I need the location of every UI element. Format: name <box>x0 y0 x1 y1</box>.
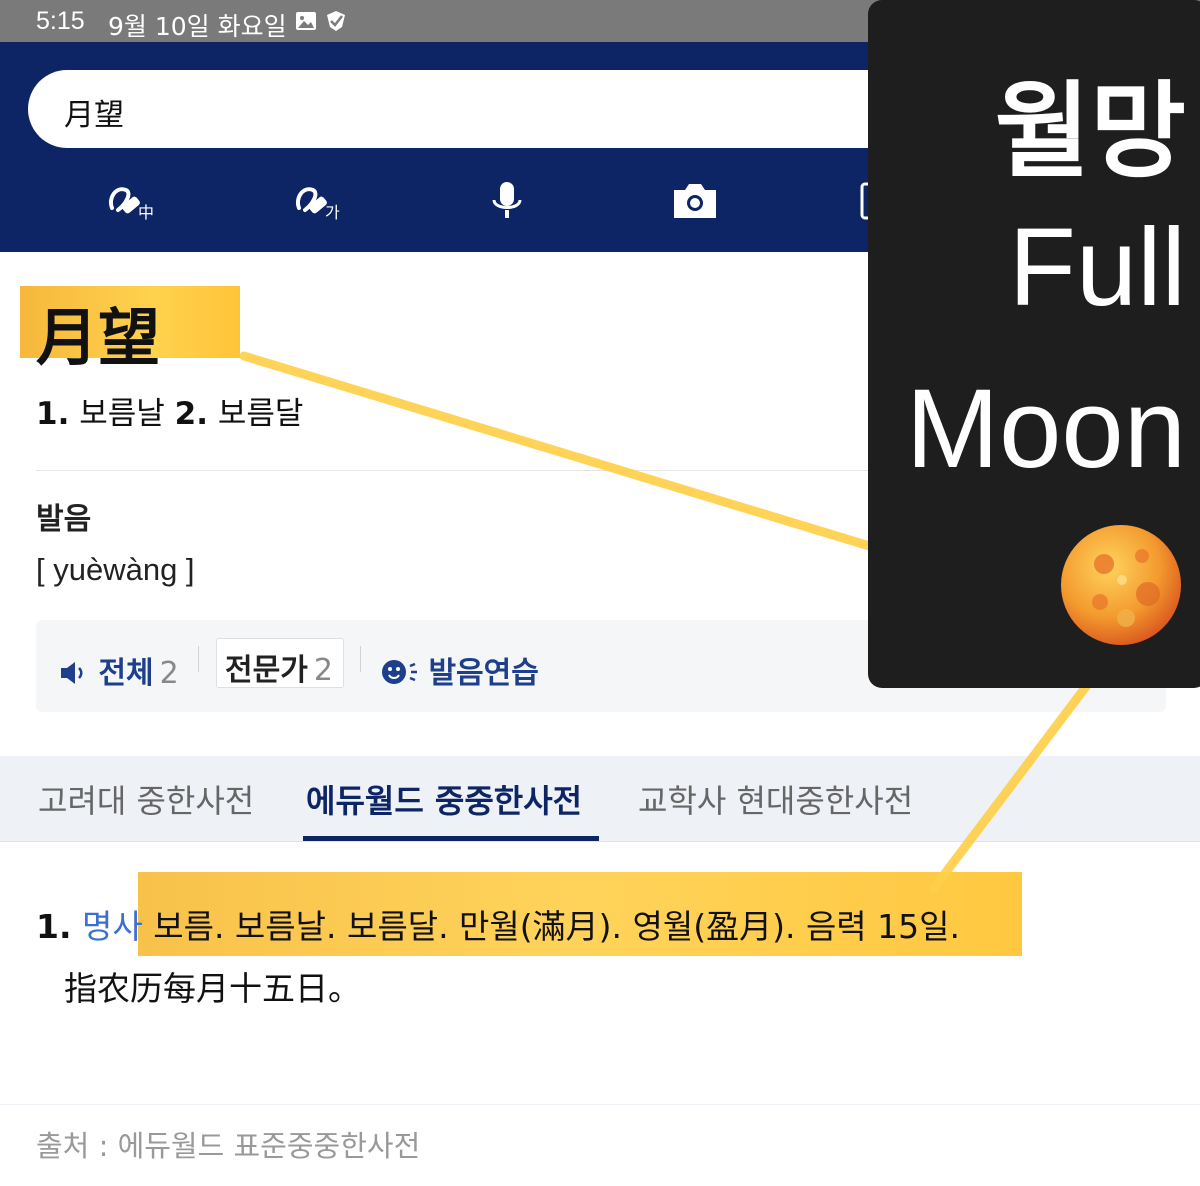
tab-eduworld[interactable]: 에듀월드 중중한사전 <box>306 776 582 822</box>
status-date: 9월 10일 화요일 <box>108 12 287 41</box>
speaker-icon <box>61 662 83 684</box>
sense-text: 보름날 <box>79 396 165 432</box>
pron-all-count: 2 <box>159 656 179 691</box>
full-moon-icon <box>1061 525 1181 645</box>
english-word: Moon <box>905 366 1186 491</box>
separator <box>198 646 199 672</box>
pron-all-label: 전체 <box>98 656 154 691</box>
pron-all-button[interactable]: 전체 2 <box>58 648 179 692</box>
pron-practice-label: 발음연습 <box>428 656 539 691</box>
camera-icon[interactable] <box>670 178 720 224</box>
korean-reading: 월망 <box>994 70 1186 192</box>
svg-text:中: 中 <box>138 203 154 222</box>
separator <box>360 646 361 672</box>
search-query[interactable]: 月望 <box>64 90 124 134</box>
pronunciation-title: 발음 <box>36 502 92 537</box>
definition-line: 1. 명사 보름. 보름날. 보름달. 만월(滿月). 영월(盈月). 음력 1… <box>36 900 960 948</box>
tab-kyohaksa[interactable]: 교학사 현대중한사전 <box>638 776 913 822</box>
sense-number: 2. <box>174 396 208 432</box>
active-tab-indicator <box>303 836 599 841</box>
pron-practice-button[interactable]: 발음연습 <box>380 648 539 692</box>
source-credit: 출처 : 에듀월드 표준중중한사전 <box>36 1129 421 1163</box>
pron-expert-label: 전문가 <box>225 653 308 688</box>
pron-expert-count: 2 <box>313 653 333 688</box>
handwriting-korean-icon[interactable]: 가 <box>293 178 343 224</box>
pinyin: [ yuèwàng ] <box>36 552 195 587</box>
status-time: 5:15 <box>36 7 85 35</box>
svg-text:가: 가 <box>325 203 340 222</box>
sense-summary: 1. 보름날 2. 보름달 <box>36 388 303 433</box>
footer: 출처 : 에듀월드 표준중중한사전 <box>0 1104 1200 1186</box>
practice-face-icon <box>382 660 417 684</box>
tab-korea-univ[interactable]: 고려대 중한사전 <box>38 776 254 822</box>
dictionary-tabs: 고려대 중한사전 에듀월드 중중한사전 교학사 현대중한사전 <box>0 756 1200 842</box>
english-word: Full <box>1008 206 1186 329</box>
microphone-icon[interactable] <box>482 178 532 224</box>
gallery-icon <box>296 12 316 30</box>
shield-check-icon <box>327 11 345 31</box>
sense-number: 1. <box>36 396 70 432</box>
handwriting-chinese-icon[interactable]: 中 <box>106 178 156 224</box>
headword: 月望 <box>36 301 161 374</box>
sense-text: 보름달 <box>217 396 304 432</box>
part-of-speech: 명사 <box>82 907 143 946</box>
definition-text: 보름. 보름날. 보름달. 만월(滿月). 영월(盈月). 음력 15일. <box>153 907 961 946</box>
pron-expert-button[interactable]: 전문가 2 <box>216 638 344 688</box>
definition-chinese: 指农历每月十五日。 <box>64 969 361 1008</box>
definition-number: 1. <box>36 907 72 946</box>
